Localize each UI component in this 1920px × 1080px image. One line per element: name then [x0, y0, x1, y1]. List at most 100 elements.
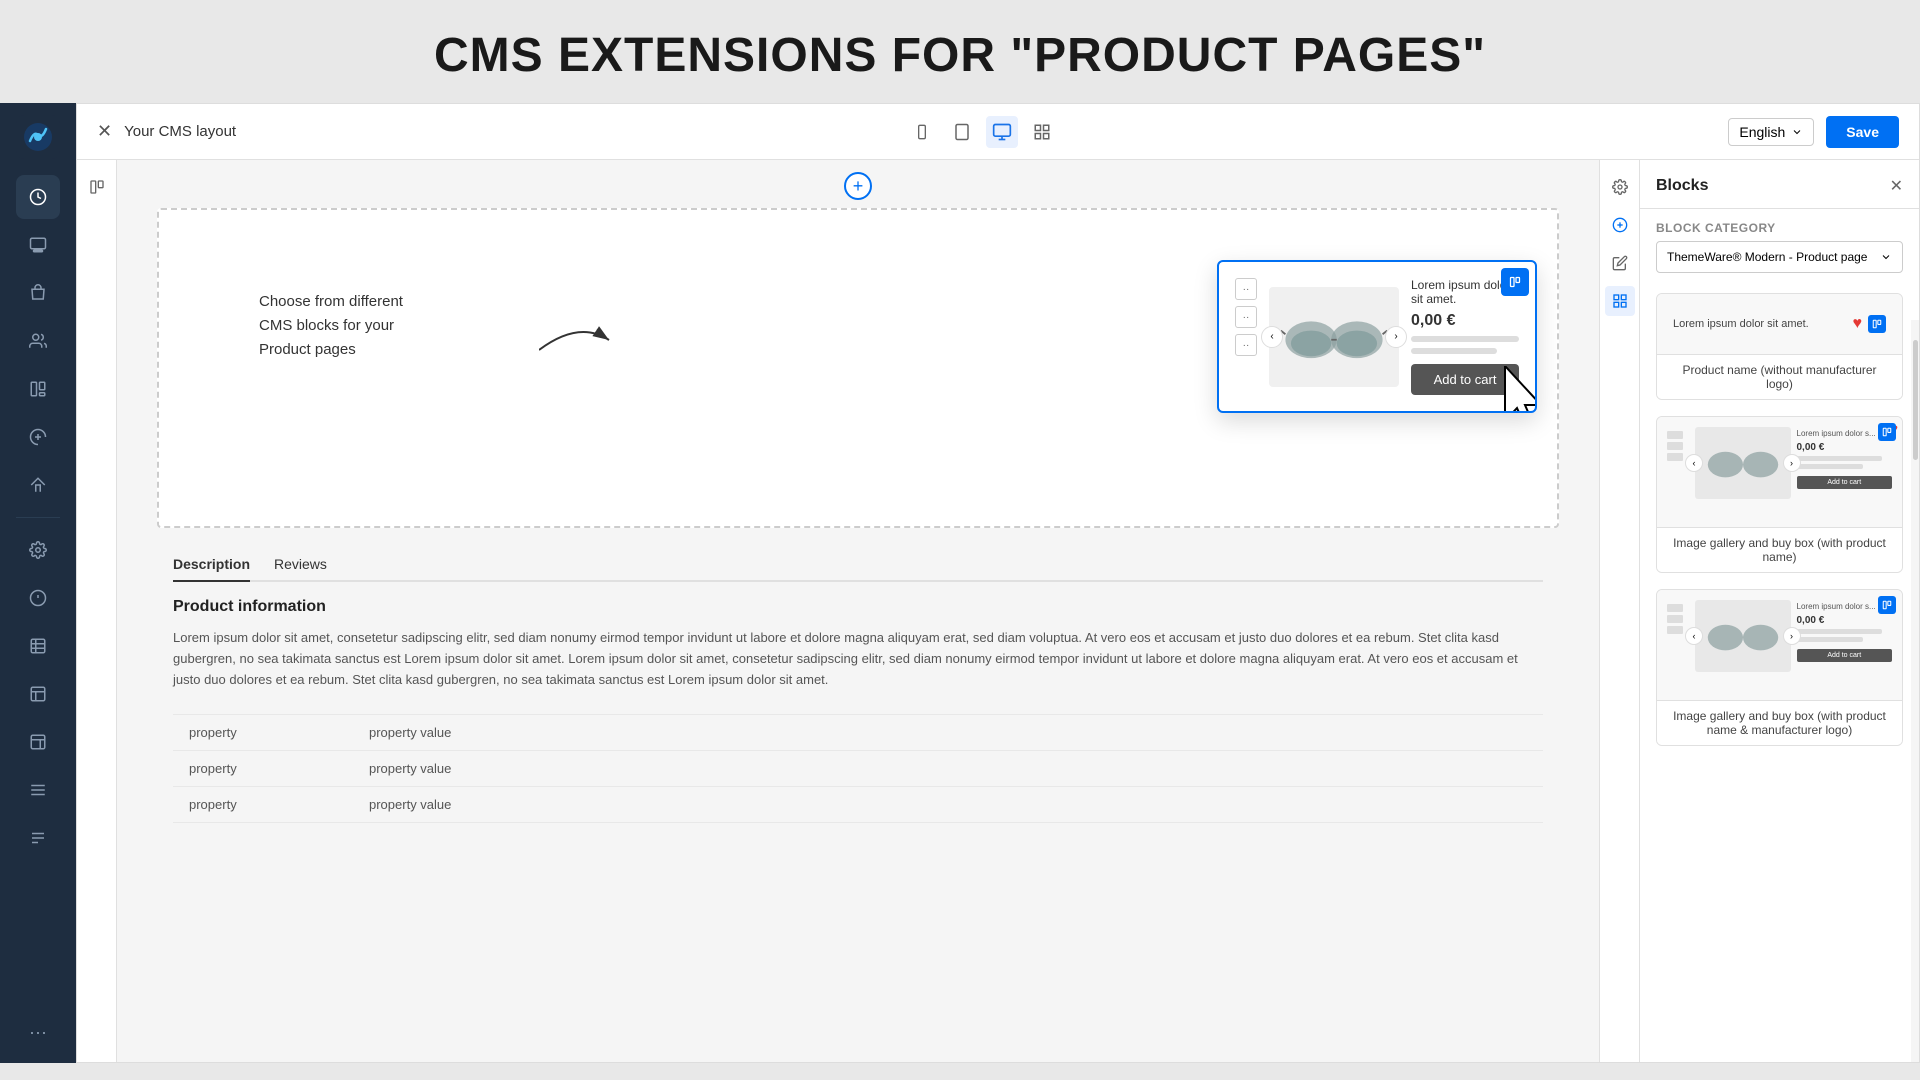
sidebar-item-table2[interactable] — [16, 672, 60, 716]
bp3-add-btn: Add to cart — [1797, 649, 1893, 662]
close-button[interactable]: ✕ — [97, 121, 112, 142]
view-tablet[interactable] — [946, 116, 978, 148]
block1-badge — [1868, 315, 1886, 333]
product-desc-bar — [1411, 348, 1497, 354]
editor-area: ✕ Your CMS layout English S — [76, 103, 1920, 1063]
sidebar-item-products[interactable] — [16, 271, 60, 315]
tab-description[interactable]: Description — [173, 548, 250, 582]
property-key-3: property — [189, 797, 329, 812]
blocks-header: Blocks ✕ — [1640, 160, 1919, 209]
annotation-line3: Product pages — [259, 338, 403, 362]
ctrl-btn-3[interactable]: ·· — [1235, 334, 1257, 356]
tool-layout[interactable] — [82, 172, 112, 202]
image-next-button[interactable]: › — [1385, 326, 1407, 348]
tab-reviews[interactable]: Reviews — [274, 548, 327, 582]
bp3-bar2 — [1797, 637, 1864, 642]
sidebar-item-pages[interactable] — [16, 223, 60, 267]
product-desc-section: Description Reviews Product information … — [157, 528, 1559, 823]
top-banner: CMS EXTENSIONS FOR "PRODUCT PAGES" — [0, 0, 1920, 103]
block-preview-2: ‹ › Lorem ipsum dolor s... 0,00 € Add to… — [1657, 417, 1902, 527]
block-item-2[interactable]: ‹ › Lorem ipsum dolor s... 0,00 € Add to… — [1656, 416, 1903, 573]
right-tool-strip — [1599, 160, 1639, 1062]
annotation-arrow — [539, 320, 619, 360]
bp3-main-image — [1695, 600, 1791, 672]
sidebar-item-analytics[interactable] — [16, 175, 60, 219]
product-image — [1269, 287, 1399, 387]
block2-badge — [1878, 423, 1896, 441]
sidebar-item-themes[interactable] — [16, 463, 60, 507]
sidebar-item-layout[interactable] — [16, 367, 60, 411]
glasses-image — [1279, 302, 1389, 372]
view-desktop[interactable] — [986, 116, 1018, 148]
annotation-line1: Choose from different — [259, 290, 403, 314]
blocks-title: Blocks — [1656, 177, 1708, 195]
left-tool-strip — [77, 160, 117, 1062]
table-row: property property value — [173, 750, 1543, 786]
table-row: property property value — [173, 786, 1543, 823]
property-key-1: property — [189, 725, 329, 740]
bp2-nav-prev: ‹ — [1685, 454, 1703, 472]
sidebar-item-info[interactable] — [16, 576, 60, 620]
bp2-add-btn: Add to cart — [1797, 476, 1893, 489]
blocks-panel: Blocks ✕ Block category ThemeWare® Moder… — [1639, 160, 1919, 1062]
property-table: property property value property propert… — [173, 714, 1543, 823]
block2-label: Image gallery and buy box (with product … — [1657, 527, 1902, 572]
sidebar-more-dots[interactable]: ··· — [29, 1022, 47, 1051]
move-tool-icon[interactable] — [1605, 286, 1635, 316]
block-item-3[interactable]: ‹ › Lorem ipsum dolor s... 0,00 € Add to… — [1656, 589, 1903, 746]
property-key-2: property — [189, 761, 329, 776]
sidebar-logo[interactable] — [16, 115, 60, 159]
card-block-icon — [1501, 268, 1529, 296]
block1-label: Product name (without manufacturer logo) — [1657, 354, 1902, 399]
image-prev-button[interactable]: ‹ — [1261, 326, 1283, 348]
blocks-close-button[interactable]: ✕ — [1890, 176, 1903, 196]
view-icons — [906, 116, 1058, 148]
product-rating-bar — [1411, 336, 1519, 342]
product-card-float: ·· ·· ·· ‹ — [1217, 260, 1537, 413]
sidebar-item-table3[interactable] — [16, 720, 60, 764]
sidebar-item-table5[interactable] — [16, 816, 60, 860]
editor-content: + Choose from different CMS blocks for y… — [77, 160, 1919, 1062]
add-to-cart-button[interactable]: Add to cart — [1411, 364, 1519, 395]
blocks-category-select[interactable]: ThemeWare® Modern - Product page — [1656, 241, 1903, 273]
property-val-2: property value — [369, 761, 451, 776]
settings-tool-icon[interactable] — [1605, 172, 1635, 202]
property-val-3: property value — [369, 797, 451, 812]
sidebar-item-settings[interactable] — [16, 528, 60, 572]
blocks-scrollbar-thumb — [1913, 340, 1918, 460]
view-grid[interactable] — [1026, 116, 1058, 148]
bp2-price: 0,00 € — [1797, 442, 1893, 453]
edit-tool-icon[interactable] — [1605, 248, 1635, 278]
bp2-side3 — [1667, 453, 1683, 461]
block3-badge — [1878, 596, 1896, 614]
sidebar-item-marketing[interactable] — [16, 415, 60, 459]
layout-title: Your CMS layout — [124, 123, 236, 140]
editor-toolbar: ✕ Your CMS layout English S — [77, 104, 1919, 160]
product-card-controls: ·· ·· ·· — [1235, 278, 1257, 395]
bp3-bar1 — [1797, 629, 1883, 634]
table-row: property property value — [173, 714, 1543, 750]
add-block-top-button[interactable]: + — [844, 172, 872, 200]
block-preview-3: ‹ › Lorem ipsum dolor s... 0,00 € Add to… — [1657, 590, 1902, 700]
block3-label: Image gallery and buy box (with product … — [1657, 700, 1902, 745]
ctrl-btn-1[interactable]: ·· — [1235, 278, 1257, 300]
ctrl-btn-2[interactable]: ·· — [1235, 306, 1257, 328]
annotation-text: Choose from different CMS blocks for you… — [259, 290, 403, 362]
bp2-bar1 — [1797, 456, 1883, 461]
language-select[interactable]: English — [1728, 118, 1814, 146]
product-info-text: Lorem ipsum dolor sit amet, consetetur s… — [173, 628, 1543, 690]
sidebar-dark: ··· — [0, 103, 76, 1063]
sidebar-item-users[interactable] — [16, 319, 60, 363]
sidebar-item-table1[interactable] — [16, 624, 60, 668]
bp3-price: 0,00 € — [1797, 615, 1893, 626]
blocks-scrollbar[interactable] — [1911, 320, 1919, 1062]
view-mobile[interactable] — [906, 116, 938, 148]
sidebar-item-table4[interactable] — [16, 768, 60, 812]
bp3-nav-prev: ‹ — [1685, 627, 1703, 645]
block-item-1[interactable]: Lorem ipsum dolor sit amet. ♥ Product na… — [1656, 293, 1903, 400]
property-val-1: property value — [369, 725, 451, 740]
save-button[interactable]: Save — [1826, 116, 1899, 148]
add-tool-icon[interactable] — [1605, 210, 1635, 240]
blocks-list: Lorem ipsum dolor sit amet. ♥ Product na… — [1640, 285, 1919, 1062]
sidebar-divider — [16, 517, 60, 518]
